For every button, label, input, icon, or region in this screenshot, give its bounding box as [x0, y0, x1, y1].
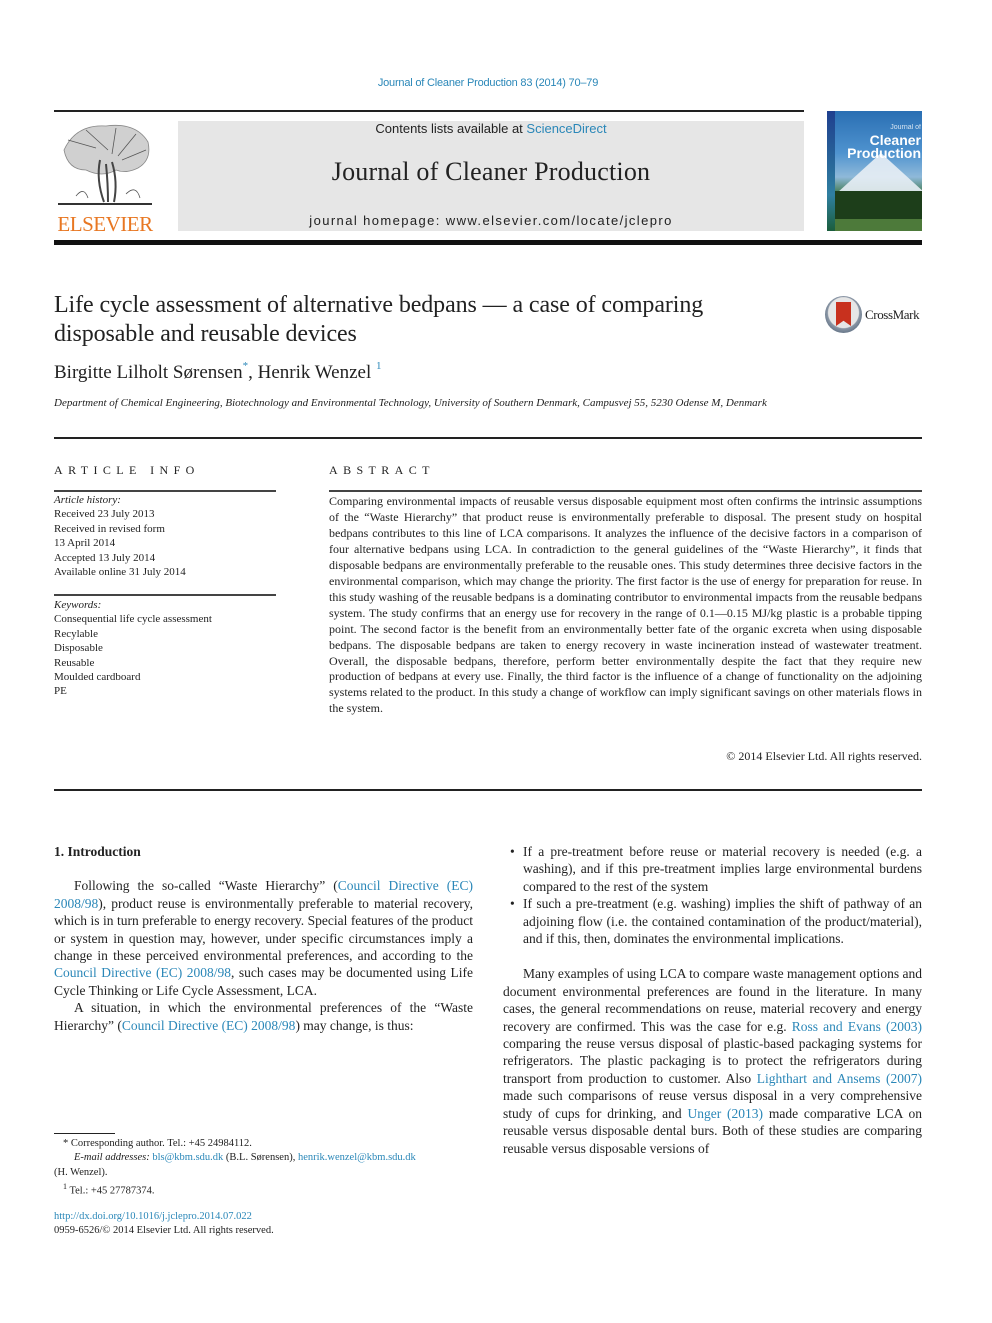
- cover-strip: [827, 111, 835, 231]
- journal-homepage: journal homepage: www.elsevier.com/locat…: [178, 213, 804, 228]
- author-name: Birgitte Lilholt Sørensen: [54, 362, 243, 383]
- cover-small-title: Journal of: [890, 124, 921, 131]
- contents-prefix: Contents lists available at: [375, 121, 527, 136]
- crossmark-button[interactable]: CrossMark: [825, 296, 925, 334]
- article-info-divider: [54, 490, 276, 492]
- citation-link[interactable]: Lighthart and Ansems (2007): [757, 1071, 922, 1086]
- homepage-url[interactable]: www.elsevier.com/locate/jclepro: [446, 213, 673, 228]
- keywords: Keywords: Consequential life cycle asses…: [54, 598, 276, 699]
- header-top-rule: [54, 110, 804, 112]
- intro-paragraph-1: Following the so-called “Waste Hierarchy…: [54, 877, 473, 999]
- keyword-item: Reusable: [54, 656, 95, 669]
- history-label: Article history:: [54, 494, 121, 506]
- footnote-mark: 1: [63, 1182, 67, 1192]
- abstract-bottom-divider: [54, 789, 922, 791]
- homepage-prefix: journal homepage:: [309, 213, 446, 228]
- list-item: If a pre-treatment before reuse or mater…: [503, 843, 922, 895]
- email-link[interactable]: bls@kbm.sdu.dk: [152, 1152, 223, 1163]
- history-item: Available online 31 July 2014: [54, 566, 186, 579]
- body-paragraph: Many examples of using LCA to compare wa…: [503, 965, 922, 1156]
- author-list: Birgitte Lilholt Sørensen*, Henrik Wenze…: [54, 360, 382, 384]
- history-item: Received in revised form: [54, 522, 165, 535]
- title-divider: [54, 437, 922, 439]
- author-mark-link[interactable]: 1: [376, 360, 382, 372]
- contents-availability: Contents lists available at ScienceDirec…: [178, 121, 804, 136]
- conditions-list: If a pre-treatment before reuse or mater…: [503, 843, 922, 947]
- cover-water: [835, 219, 922, 231]
- paragraph-text: ) may change, is thus:: [295, 1017, 414, 1033]
- elsevier-tree-icon: [56, 120, 154, 208]
- email-owner: (H. Wenzel).: [54, 1166, 108, 1178]
- keywords-divider: [54, 594, 276, 596]
- history-item: 13 April 2014: [54, 537, 116, 550]
- citation-link[interactable]: Council Directive (EC) 2008/98: [54, 965, 231, 980]
- abstract-divider: [329, 490, 922, 492]
- author-mark-link[interactable]: *: [243, 360, 249, 372]
- keyword-item: Disposable: [54, 642, 103, 655]
- journal-cover-image[interactable]: Journal of Cleaner Production: [827, 111, 922, 231]
- cover-title-line2: Production: [847, 145, 921, 161]
- cover-title: Journal of Cleaner Production: [841, 121, 921, 160]
- keyword-item: PE: [54, 685, 67, 698]
- body-column-left: 1. Introduction Following the so-called …: [54, 843, 473, 1034]
- footnote-corresponding: * Corresponding author. Tel.: +45 249841…: [54, 1137, 473, 1151]
- doi-link[interactable]: http://dx.doi.org/10.1016/j.jclepro.2014…: [54, 1210, 473, 1224]
- citation-link[interactable]: Ross and Evans (2003): [792, 1019, 922, 1034]
- keyword-item: Recylable: [54, 627, 98, 640]
- section-heading-introduction: 1. Introduction: [54, 844, 141, 859]
- list-item: If such a pre-treatment (e.g. washing) i…: [503, 895, 922, 947]
- header-thick-rule: [54, 240, 922, 245]
- abstract-copyright: © 2014 Elsevier Ltd. All rights reserved…: [726, 749, 922, 763]
- paragraph-text: Following the so-called “Waste Hierarchy…: [74, 878, 338, 894]
- footnote-divider: [54, 1133, 115, 1134]
- abstract-heading: ABSTRACT: [329, 463, 435, 477]
- footnote-1-text: Tel.: +45 27787374.: [69, 1185, 155, 1197]
- email-label: E-mail addresses:: [74, 1152, 150, 1164]
- elsevier-logo[interactable]: ELSEVIER: [54, 120, 156, 236]
- author-separator: ,: [248, 362, 258, 383]
- footnote-mark: *: [63, 1138, 69, 1149]
- footnotes: * Corresponding author. Tel.: +45 249841…: [54, 1137, 473, 1199]
- journal-citation-link[interactable]: Journal of Cleaner Production 83 (2014) …: [0, 77, 976, 89]
- footnote-corresponding-text: Corresponding author. Tel.: +45 24984112…: [70, 1138, 252, 1149]
- affiliation: Department of Chemical Engineering, Biot…: [54, 397, 767, 409]
- sciencedirect-link[interactable]: ScienceDirect: [526, 121, 606, 136]
- email-owner: (B.L. Sørensen),: [223, 1152, 298, 1164]
- crossmark-label: CrossMark: [865, 307, 920, 322]
- paragraph-text: ), product reuse is environmentally pref…: [54, 895, 473, 964]
- article-title: Life cycle assessment of alternative bed…: [54, 292, 704, 347]
- keywords-label: Keywords:: [54, 599, 102, 611]
- keyword-item: Consequential life cycle assessment: [54, 613, 212, 626]
- footnote-1: 1 Tel.: +45 27787374.: [54, 1180, 473, 1199]
- body-column-right: If a pre-treatment before reuse or mater…: [503, 843, 922, 1157]
- article-info-heading: ARTICLE INFO: [54, 463, 200, 477]
- journal-banner: Contents lists available at ScienceDirec…: [178, 121, 804, 231]
- citation-link[interactable]: Unger (2013): [687, 1106, 763, 1121]
- history-item: Received 23 July 2013: [54, 508, 155, 521]
- author-name: Henrik Wenzel: [257, 362, 372, 383]
- doi-block: http://dx.doi.org/10.1016/j.jclepro.2014…: [54, 1210, 473, 1239]
- issn-copyright: 0959-6526/© 2014 Elsevier Ltd. All right…: [54, 1225, 274, 1237]
- journal-name: Journal of Cleaner Production: [331, 157, 651, 186]
- keyword-item: Moulded cardboard: [54, 671, 141, 684]
- citation-link[interactable]: Council Directive (EC) 2008/98: [122, 1018, 296, 1033]
- article-history: Article history: Received 23 July 2013 R…: [54, 493, 276, 579]
- elsevier-wordmark: ELSEVIER: [57, 212, 153, 236]
- footnote-emails: E-mail addresses: bls@kbm.sdu.dk (B.L. S…: [54, 1151, 473, 1165]
- email-link[interactable]: henrik.wenzel@kbm.sdu.dk: [298, 1152, 416, 1163]
- cover-trees: [835, 191, 922, 219]
- history-item: Accepted 13 July 2014: [54, 551, 156, 564]
- intro-paragraph-2: A situation, in which the environmental …: [54, 999, 473, 1034]
- abstract-text: Comparing environmental impacts of reusa…: [329, 494, 922, 716]
